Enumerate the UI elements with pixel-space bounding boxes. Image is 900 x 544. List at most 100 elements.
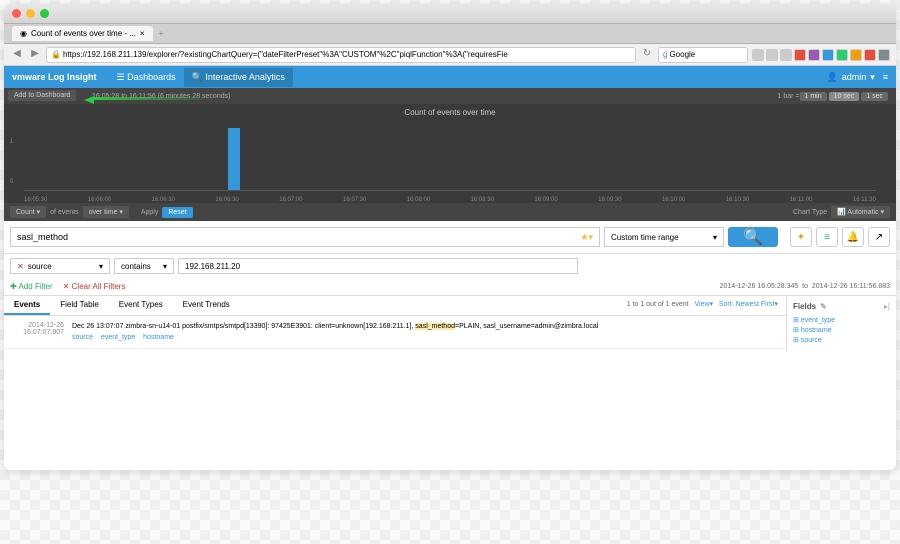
reset-button[interactable]: Reset [162, 207, 192, 218]
window-titlebar [4, 4, 896, 24]
query-bar: sasl_method ★▾ Custom time range ▾ 🔍 ✦ ≡… [4, 221, 896, 254]
edit-icon[interactable]: ✎ [820, 302, 827, 311]
of-events-label: of events [50, 209, 78, 216]
toolbar-icons [752, 49, 890, 61]
browser-tabs: ◉ Count of events over time - ... × + [4, 24, 896, 44]
minimize-window-icon[interactable] [26, 9, 35, 18]
username: admin [842, 72, 867, 82]
new-tab-button[interactable]: + [159, 29, 164, 38]
event-tag[interactable]: hostname [143, 334, 174, 341]
ext-icon[interactable] [850, 49, 862, 61]
ext-icon[interactable] [836, 49, 848, 61]
ext-icon[interactable] [794, 49, 806, 61]
app-header: vmware Log Insight ☰ Dashboards 🔍 Intera… [4, 66, 896, 88]
tab-events[interactable]: Events [4, 296, 50, 315]
search-icon: 🔍 [743, 227, 763, 247]
lock-icon: 🔒 [51, 50, 61, 59]
close-window-icon[interactable] [12, 9, 21, 18]
event-highlight: sasl_method [415, 323, 455, 330]
alert-button[interactable]: 🔔 [842, 227, 864, 247]
overtime-dropdown[interactable]: over time ▾ [83, 206, 129, 218]
sort-menu[interactable]: Sort: Newest First▾ [719, 301, 778, 308]
results-tabs: Events Field Table Event Types Event Tre… [4, 296, 786, 316]
ext-icon[interactable] [752, 49, 764, 61]
brand-logo: vmware Log Insight [12, 72, 97, 82]
x-axis: 16:05:3016:06:0016:06:3016:06:3016:07:00… [24, 197, 876, 203]
fields-panel: ▸| Fields ✎ event_type hostname source [786, 296, 896, 351]
ext-icon[interactable] [878, 49, 890, 61]
event-tag[interactable]: event_type [101, 334, 135, 341]
time-range-select[interactable]: Custom time range ▾ [604, 227, 724, 247]
y-tick: 0 [10, 179, 13, 185]
google-icon: g [663, 50, 667, 59]
event-row[interactable]: 2014-12-26 16:07:07.807 Dec 26 13:07:07 … [4, 316, 786, 349]
nav-interactive-analytics[interactable]: 🔍 Interactive Analytics [184, 68, 293, 87]
ext-icon[interactable] [808, 49, 820, 61]
query-input[interactable]: sasl_method ★▾ [10, 227, 600, 247]
url-input[interactable]: 🔒 https://192.168.211.139/explorer/?exis… [46, 47, 636, 63]
search-engine-name: Google [669, 50, 695, 59]
filter-actions: ✚ Add Filter ✕ Clear All Filters 2014-12… [4, 278, 896, 296]
list-button[interactable]: ≡ [816, 227, 838, 247]
ext-icon[interactable] [780, 49, 792, 61]
nav-dashboards[interactable]: ☰ Dashboards [109, 68, 184, 87]
back-button[interactable]: ◀ [10, 48, 24, 62]
add-filter-button[interactable]: ✚ Add Filter [10, 282, 53, 291]
field-item[interactable]: event_type [793, 315, 890, 325]
remove-filter-icon[interactable]: ✕ [17, 262, 24, 271]
star-icon[interactable]: ★▾ [580, 232, 593, 243]
filter-field-chip[interactable]: ✕ source ▾ [10, 258, 110, 274]
ext-icon[interactable] [864, 49, 876, 61]
share-button[interactable]: ↗ [868, 227, 890, 247]
bar-10sec-button[interactable]: 10 sec [829, 92, 860, 101]
tab-field-table[interactable]: Field Table [50, 296, 109, 315]
tab-close-icon[interactable]: × [140, 29, 145, 38]
event-tag[interactable]: source [72, 334, 93, 341]
bar-1sec-button[interactable]: 1 sec [861, 92, 888, 101]
snapshot-button[interactable]: ✦ [790, 227, 812, 247]
chart-type-label: Chart Type [793, 209, 827, 216]
field-item[interactable]: hostname [793, 325, 890, 335]
collapse-panel-icon[interactable]: ▸| [884, 302, 890, 311]
chart-controls: Count ▾ of events over time ▾ Apply Rese… [4, 203, 896, 221]
apply-button[interactable]: Apply [141, 209, 159, 216]
browser-tab[interactable]: ◉ Count of events over time - ... × [12, 26, 153, 41]
maximize-window-icon[interactable] [40, 9, 49, 18]
url-text: https://192.168.211.139/explorer/?existi… [63, 50, 508, 59]
chart-title: Count of events over time [4, 104, 896, 121]
pager-text: 1 to 1 out of 1 event [627, 301, 689, 308]
count-dropdown[interactable]: Count ▾ [10, 206, 46, 218]
chart-type-dropdown[interactable]: 📊 Automatic ▾ [831, 206, 890, 218]
event-timestamp: 2014-12-26 16:07:07.807 [10, 322, 64, 342]
view-menu[interactable]: View▾ [694, 301, 713, 308]
query-text: sasl_method [17, 232, 68, 242]
ext-icon[interactable] [822, 49, 834, 61]
event-message: Dec 26 13:07:07 zimbra-sn-u14-01 postfix… [72, 322, 780, 342]
forward-button[interactable]: ▶ [28, 48, 42, 62]
tab-event-trends[interactable]: Event Trends [173, 296, 240, 315]
address-bar: ◀ ▶ 🔒 https://192.168.211.139/explorer/?… [4, 44, 896, 66]
fields-title: Fields ✎ [793, 302, 884, 311]
filter-value-input[interactable]: 192.168.211.20 [178, 258, 578, 274]
reload-button[interactable]: ↻ [640, 48, 654, 62]
clear-filters-button[interactable]: ✕ Clear All Filters [63, 282, 126, 291]
tab-favicon-icon: ◉ [20, 29, 27, 38]
event-tags: source event_type hostname [72, 333, 780, 342]
bar-1min-button[interactable]: 1 min [800, 92, 827, 101]
chart-bar[interactable] [228, 128, 240, 190]
bar-chart[interactable]: 1 0 16:05:3016:06:0016:06:3016:06:3016:0… [24, 121, 876, 203]
bar-width-label: 1 bar = [778, 93, 800, 100]
menu-icon[interactable]: ≡ [883, 72, 888, 82]
ext-icon[interactable] [766, 49, 778, 61]
field-item[interactable]: source [793, 335, 890, 345]
user-icon: 👤 [826, 72, 837, 83]
add-to-dashboard-button[interactable]: Add to Dashboard [8, 90, 76, 101]
search-button[interactable]: 🔍 [728, 227, 778, 247]
chevron-down-icon: ▾ [870, 72, 875, 83]
annotation-arrow [84, 94, 214, 102]
search-box[interactable]: g Google [658, 47, 748, 63]
user-menu[interactable]: 👤 admin ▾ [826, 72, 874, 83]
time-range-display: 2014-12-26 16:05:28.345 to 2014-12-26 16… [135, 283, 890, 290]
filter-op-chip[interactable]: contains ▾ [114, 258, 174, 274]
tab-event-types[interactable]: Event Types [109, 296, 173, 315]
